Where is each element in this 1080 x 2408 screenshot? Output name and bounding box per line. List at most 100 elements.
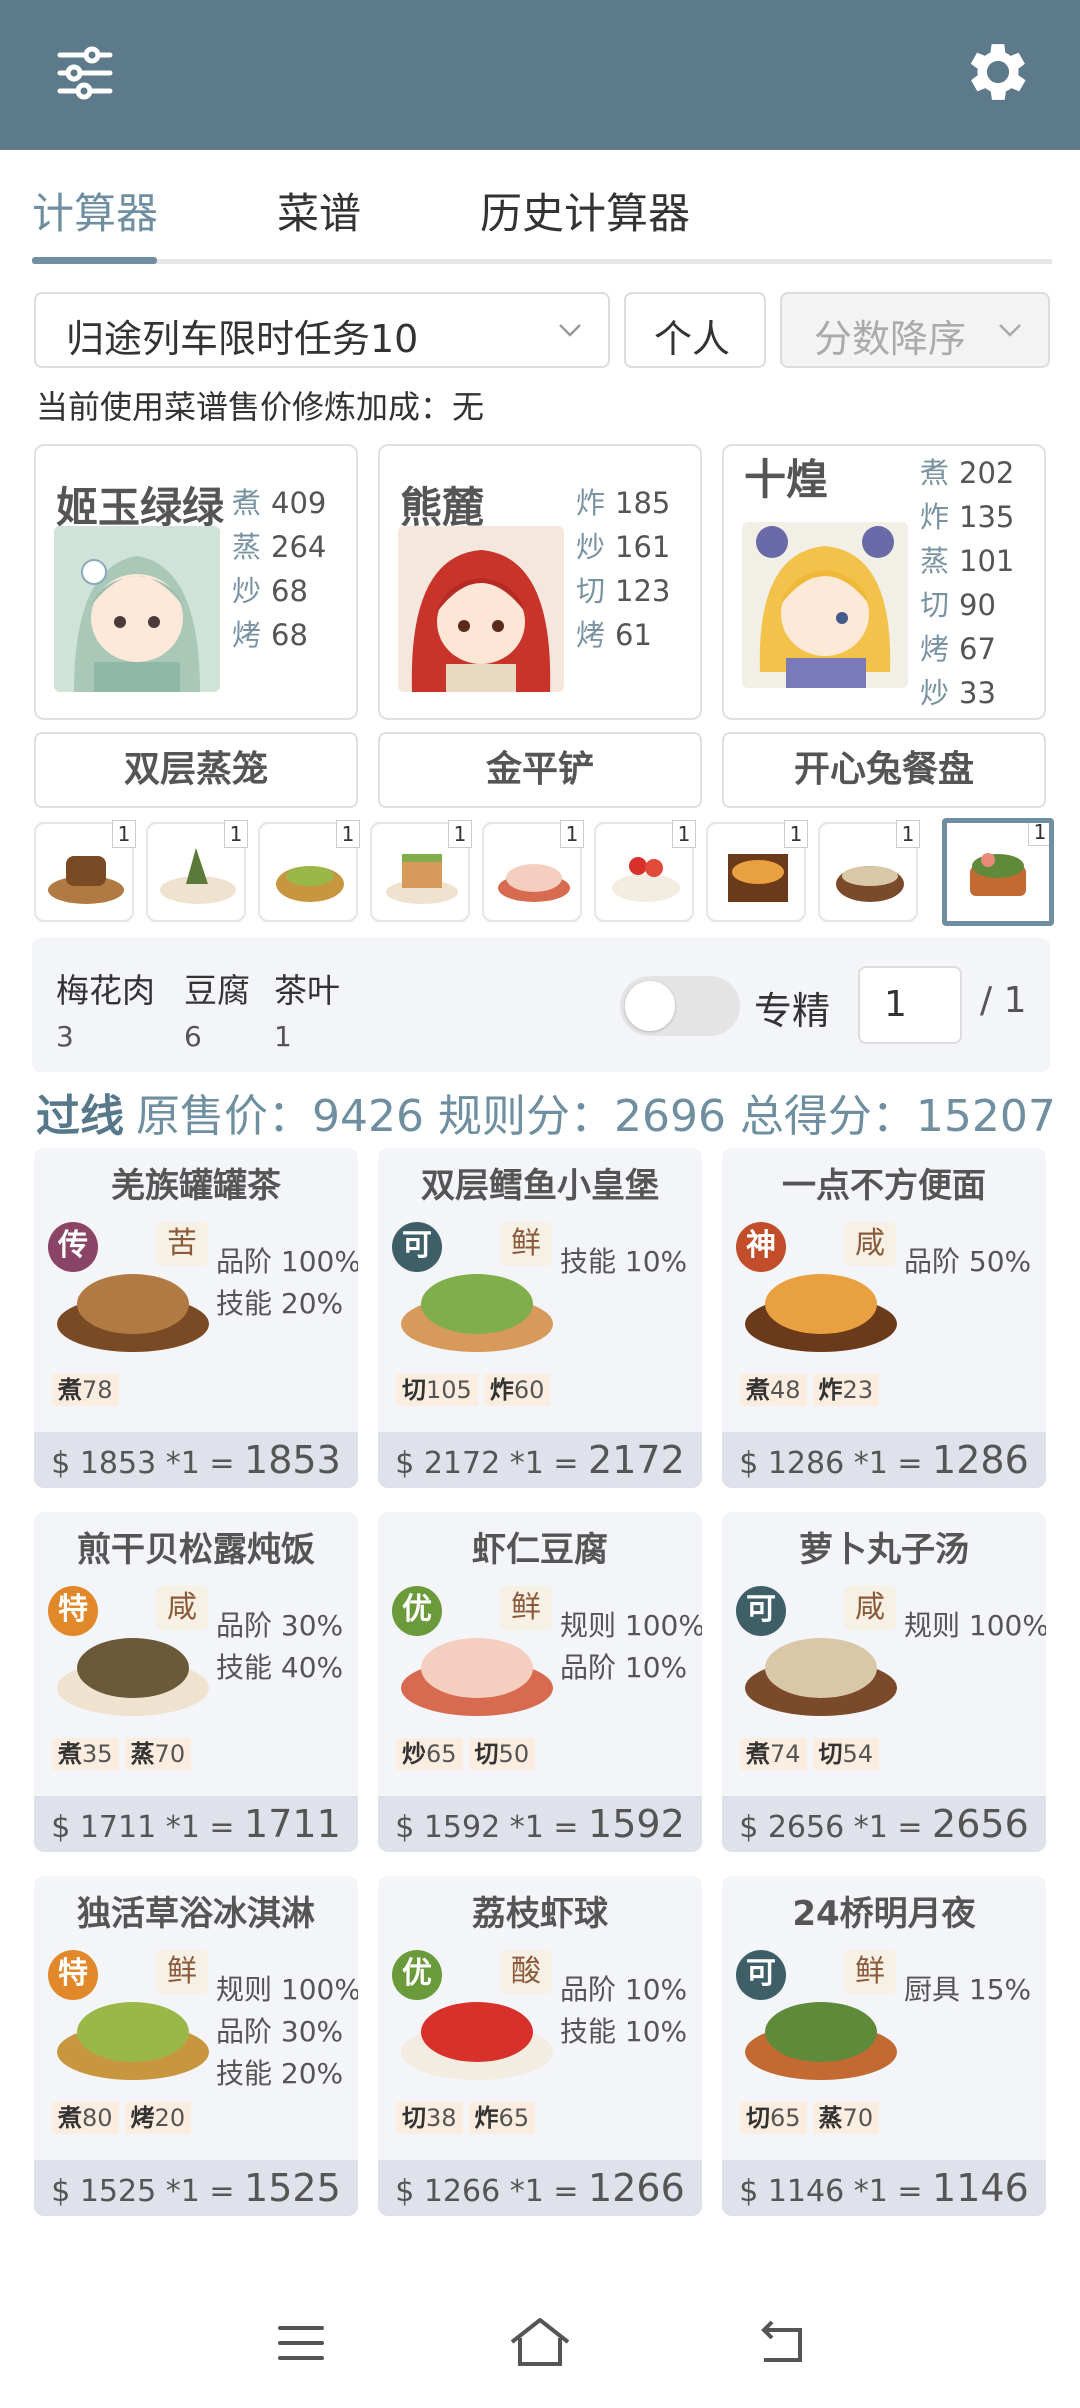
dish-thumbnail[interactable]: 1 [818,820,920,922]
price-bar: $ 2172 *1 = 2172 [378,1432,702,1488]
recipe-card[interactable]: 荔枝虾球 优 酸 品阶 10% 技能 10% 切38 炸65 $ 1266 *1 =… [378,1876,702,2216]
price-bar: $ 1525 *1 = 1525 [34,2160,358,2216]
chef-card[interactable]: 熊麓 炸 185 炒 161 切 123 烤 61 [378,444,702,720]
dish-count: 1 [560,820,584,848]
recipe-bonus: 技能 20% [216,1287,344,1320]
rarity-badge: 可 [736,1950,786,2000]
recipe-card[interactable]: 24桥明月夜 可 鲜 厨具 15% 切65 蒸70 $ 1146 *1 = 114… [722,1876,1046,2216]
taste-badge: 鲜 [500,1222,552,1266]
recipe-card[interactable]: 独活草浴冰淇淋 特 鲜 规则 100% 品阶 30% 技能 20% 煮80 烤20 $… [34,1876,358,2216]
recipe-card[interactable]: 萝卜丸子汤 可 咸 规则 100% 煮74 切54 $ 2656 *1 = 265… [722,1512,1046,1852]
ingredient-item: 梅花肉 3 [56,971,155,1053]
dish-thumbnail[interactable]: 1 [370,820,472,922]
chef-stat: 炒 68 [232,574,308,608]
skill-requirements: 煮35 蒸70 [52,1734,197,1770]
skill-requirements: 切38 炸65 [396,2098,541,2134]
price-bar: $ 1853 *1 = 1853 [34,1432,358,1488]
dish-thumbnail[interactable]: 1 [146,820,248,922]
rarity-badge: 特 [48,1586,98,1636]
recipe-name: 独活草浴冰淇淋 [77,1894,315,1934]
unit-price: 1146 *1 = [767,2174,923,2209]
chef-card[interactable]: 十煌 煮 202 炸 135 蒸 101 切 90 烤 67 炒 33 [722,444,1046,720]
ingredients-panel: 梅花肉 3 豆腐 6 茶叶 1 专精 1 / 1 [32,938,1050,1072]
filter-sliders-icon[interactable] [50,38,120,108]
gear-icon[interactable] [960,34,1036,110]
recipe-card[interactable]: 羌族罐罐茶 传 苦 品阶 100% 技能 20% 煮78 $ 1853 *1 = … [34,1148,358,1488]
total-price: 1592 [588,1802,685,1846]
dish-thumbnail[interactable]: 1 [594,820,696,922]
skill-requirement: 蒸70 [812,2102,880,2134]
taste-badge: 苦 [156,1222,208,1266]
chef-name: 十煌 [744,455,829,504]
recipe-bonus: 品阶 10% [560,1651,688,1684]
recipe-bonus: 品阶 10% [560,1973,688,2006]
skill-requirement: 切38 [396,2102,463,2134]
recipe-bonus: 规则 100% [904,1609,1046,1642]
equipment-button[interactable]: 金平铲 [378,732,702,808]
skill-requirements: 煮48 炸23 [740,1370,885,1406]
chef-stat: 炸 185 [576,486,671,520]
rarity-badge: 可 [392,1222,442,1272]
skill-requirement: 切54 [812,1738,880,1770]
back-icon[interactable] [756,2318,808,2366]
recipe-bonus: 品阶 30% [216,2015,344,2048]
total-price: 1853 [244,1438,341,1482]
ingredient-item: 茶叶 1 [274,971,340,1053]
rarity-badge: 优 [392,1950,442,2000]
dish-thumbnail[interactable]: 1 [482,820,584,922]
recipe-card[interactable]: 虾仁豆腐 优 鲜 规则 100% 品阶 10% 炒65 切50 $ 1592 *1 … [378,1512,702,1852]
recipe-bonus: 品阶 30% [216,1609,344,1642]
score-summary-text: 原售价：9426 规则分：2696 总得分：15207 [136,1091,1056,1142]
recipe-bonus: 规则 100% [216,1973,358,2006]
price-bar: $ 1266 *1 = 1266 [378,2160,702,2216]
skill-requirement: 煮35 [52,1738,119,1770]
price-bar: $ 1146 *1 = 1146 [722,2160,1046,2216]
skill-requirement: 炸60 [483,1374,551,1406]
taste-badge: 鲜 [844,1950,896,1994]
recipe-name: 双层鳕鱼小皇堡 [421,1166,659,1206]
taste-badge: 咸 [156,1586,208,1630]
skill-requirement: 炸23 [812,1374,880,1406]
equipment-button[interactable]: 双层蒸笼 [34,732,358,808]
recipe-card[interactable]: 煎干贝松露炖饭 特 咸 品阶 30% 技能 40% 煮35 蒸70 $ 1711 *… [34,1512,358,1852]
recipe-card[interactable]: 双层鳕鱼小皇堡 可 鲜 技能 10% 切105 炸60 $ 2172 *1 = 2… [378,1148,702,1488]
tab-history-calculator[interactable]: 历史计算器 [480,180,690,241]
chef-stat: 蒸 264 [232,530,327,564]
tab-recipes[interactable]: 菜谱 [277,180,361,241]
skill-requirement: 切65 [740,2102,807,2134]
chef-stat: 煮 409 [232,486,327,520]
chevron-down-icon [999,324,1021,337]
skill-requirements: 炒65 切50 [396,1734,541,1770]
recipe-name: 羌族罐罐茶 [111,1166,281,1206]
dish-thumbnail[interactable]: 1 [258,820,360,922]
tab-divider [32,259,1052,264]
recipe-card[interactable]: 一点不方便面 神 咸 品阶 50% 煮48 炸23 $ 1286 *1 = 128… [722,1148,1046,1488]
dish-thumbnail[interactable]: 1 [34,820,136,922]
specialty-toggle[interactable] [620,976,740,1036]
mode-button[interactable]: 个人 [624,292,766,368]
taste-badge: 鲜 [156,1950,208,1994]
menu-icon[interactable] [276,2320,326,2366]
unit-price: 2656 *1 = [767,1810,923,1845]
quantity-input[interactable]: 1 [858,966,962,1044]
dish-count: 1 [784,820,808,848]
recipe-name: 24桥明月夜 [792,1894,976,1934]
mode-label: 个人 [654,317,731,361]
rarity-badge: 传 [48,1222,98,1272]
unit-price: 1592 *1 = [423,1810,579,1845]
pass-status: 过线 [36,1091,124,1142]
home-icon[interactable] [508,2316,572,2368]
recipe-name: 一点不方便面 [782,1166,986,1206]
skill-requirements: 切105 炸60 [396,1370,556,1406]
total-price: 1286 [932,1438,1029,1482]
unit-price: 1266 *1 = [423,2174,579,2209]
equipment-button[interactable]: 开心兔餐盘 [722,732,1046,808]
rule-select[interactable]: 归途列车限时任务10 [34,292,610,368]
chef-card[interactable]: 姬玉绿绿 煮 409 蒸 264 炒 68 烤 68 [34,444,358,720]
recipe-name: 萝卜丸子汤 [799,1530,969,1570]
chef-stat: 蒸 101 [920,544,1015,578]
dish-thumbnail[interactable]: 1 [706,820,808,922]
tab-calculator[interactable]: 计算器 [32,180,158,241]
total-price: 1525 [244,2166,341,2210]
tab-active-indicator [32,257,157,264]
